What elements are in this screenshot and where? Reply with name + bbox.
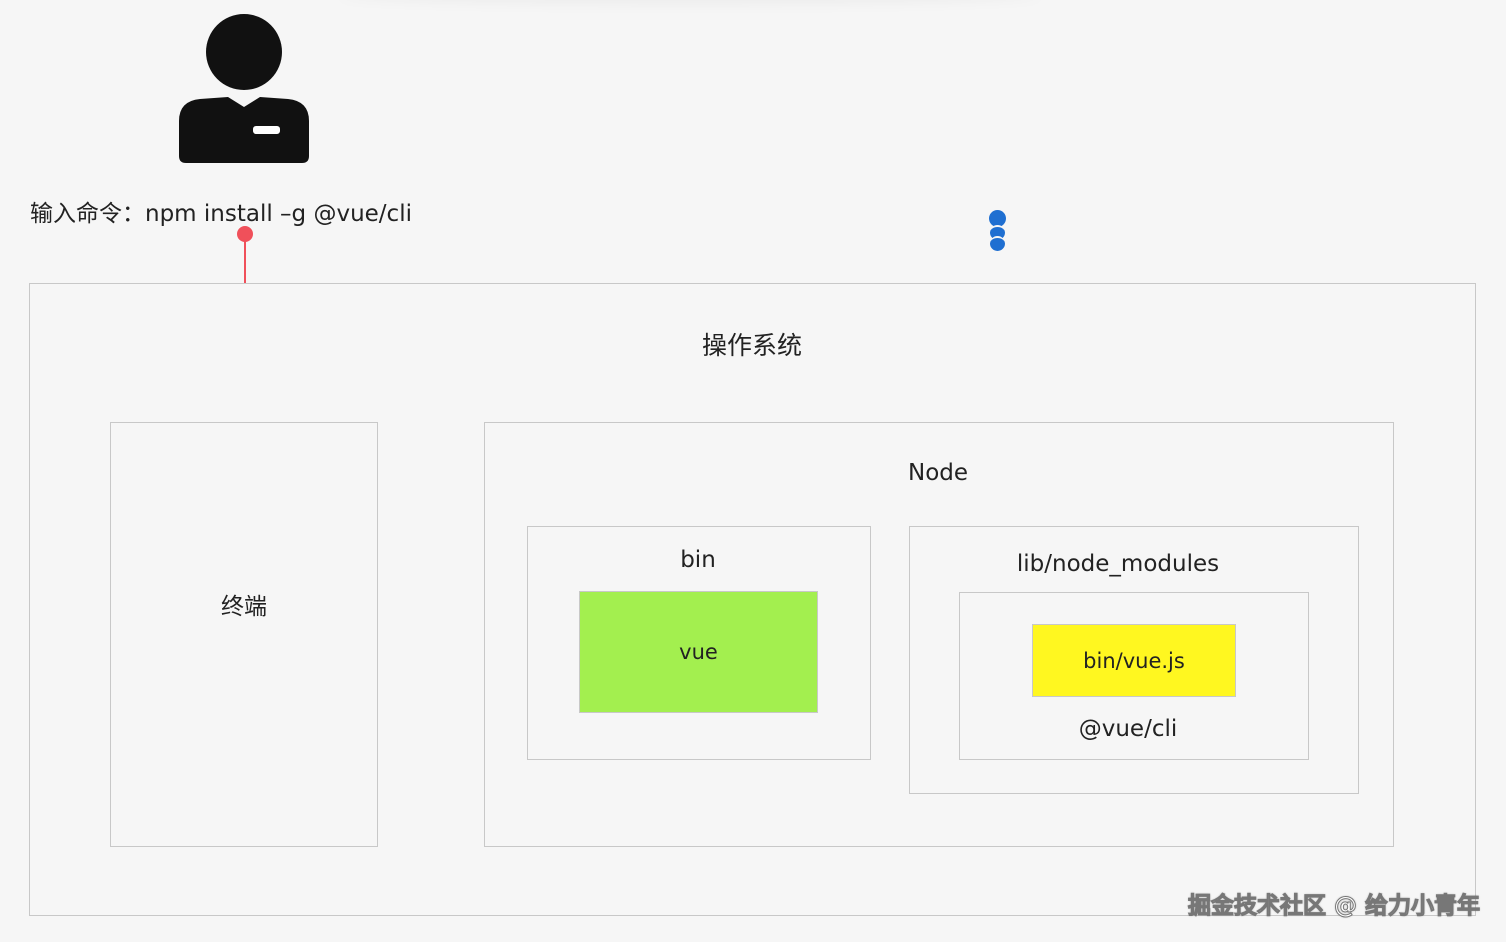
- os-title: 操作系统: [701, 331, 803, 360]
- vuejs-file: bin/vue.js: [1032, 624, 1236, 697]
- lib-title: lib/node_modules: [1016, 551, 1220, 577]
- watermark: 掘金技术社区 @ 给力小青年: [1187, 893, 1480, 920]
- terminal-box: [110, 422, 378, 847]
- bin-title: bin: [680, 547, 716, 573]
- package-name: @vue/cli: [1078, 716, 1178, 742]
- top-shadow: [340, 0, 1040, 4]
- vue-label: vue: [679, 640, 718, 664]
- vue-executable: vue: [579, 591, 818, 713]
- user-icon: [179, 14, 309, 163]
- command-label: 输入命令：npm install –g @vue/cli: [30, 201, 412, 227]
- stack-handle-icon[interactable]: [989, 210, 1007, 252]
- vuejs-label: bin/vue.js: [1083, 648, 1185, 673]
- terminal-label: 终端: [221, 594, 267, 620]
- node-title: Node: [907, 460, 969, 486]
